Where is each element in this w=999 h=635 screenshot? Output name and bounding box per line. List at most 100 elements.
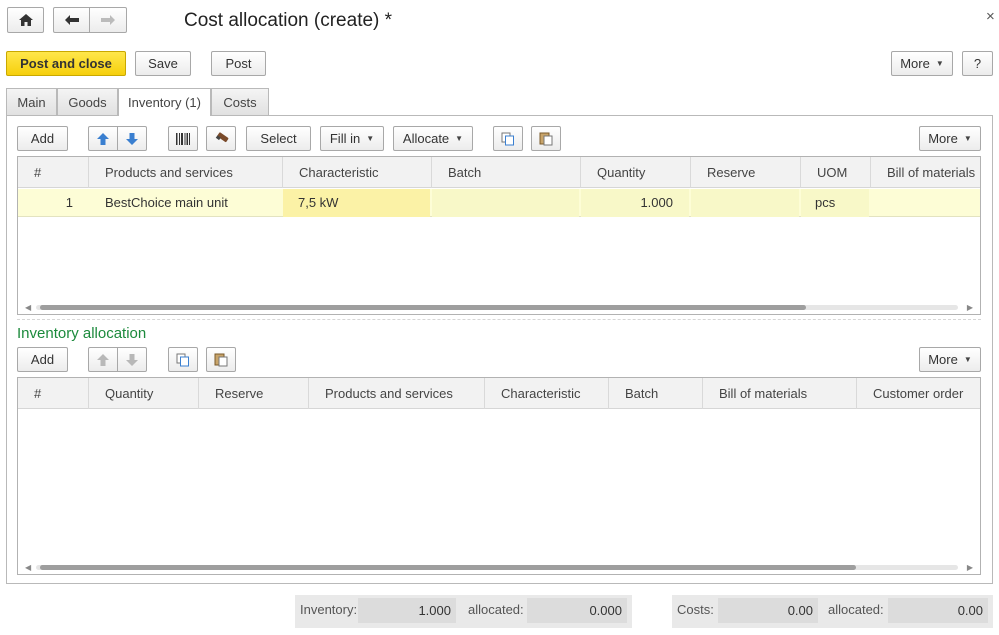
scroll-left-icon[interactable]: ◀	[25, 300, 31, 314]
col-quantity[interactable]: Quantity	[581, 157, 691, 188]
row-batch	[432, 189, 579, 217]
chevron-down-icon: ▼	[366, 134, 375, 143]
allocation-copy-button[interactable]	[168, 347, 198, 372]
allocation-paste-button[interactable]	[206, 347, 236, 372]
col-customer-order[interactable]: Customer order	[857, 378, 980, 409]
col-products[interactable]: Products and services	[309, 378, 485, 409]
col-bill-of-materials[interactable]: Bill of materials	[871, 157, 980, 188]
tab-goods[interactable]: Goods	[57, 88, 118, 115]
inventory-total-value: 1.000	[358, 598, 456, 623]
chevron-down-icon: ▼	[935, 59, 944, 68]
inventory-allocated-value: 0.000	[527, 598, 627, 623]
scrollbar-thumb[interactable]	[40, 305, 806, 310]
row-bom	[871, 189, 980, 217]
table-row[interactable]: 1 BestChoice main unit 7,5 kW 1.000 pcs	[18, 189, 980, 217]
allocation-horizontal-scrollbar[interactable]: ◀ ▶	[18, 560, 980, 574]
arrow-right-icon	[101, 15, 115, 25]
allocation-add-button[interactable]: Add	[17, 347, 68, 372]
forward-button[interactable]	[89, 7, 127, 33]
close-icon[interactable]: ×	[986, 8, 995, 25]
barcode-button[interactable]	[168, 126, 198, 151]
tab-main[interactable]: Main	[6, 88, 57, 115]
scroll-right-icon[interactable]: ▶	[967, 300, 973, 314]
paste-icon	[214, 353, 228, 367]
chevron-down-icon: ▼	[963, 134, 972, 143]
paste-button[interactable]	[531, 126, 561, 151]
row-quantity: 1.000	[581, 189, 689, 217]
scanner-icon	[215, 131, 229, 142]
arrow-down-icon	[126, 132, 138, 145]
fill-in-button[interactable]: Fill in ▼	[320, 126, 384, 151]
allocation-section-title: Inventory allocation	[17, 325, 147, 342]
paste-icon	[539, 132, 553, 146]
arrow-up-icon	[97, 132, 109, 145]
col-number[interactable]: #	[18, 157, 89, 188]
window-title: Cost allocation (create) *	[184, 10, 393, 31]
copy-button[interactable]	[493, 126, 523, 151]
inventory-add-button[interactable]: Add	[17, 126, 68, 151]
inventory-more-label: More	[928, 131, 958, 146]
allocation-more-button[interactable]: More ▼	[919, 347, 981, 372]
allocate-button[interactable]: Allocate ▼	[393, 126, 473, 151]
post-button[interactable]: Post	[211, 51, 266, 76]
costs-allocated-label: allocated:	[828, 602, 884, 617]
scroll-left-icon[interactable]: ◀	[25, 560, 31, 574]
col-reserve[interactable]: Reserve	[691, 157, 801, 188]
allocation-more-label: More	[928, 352, 958, 367]
row-characteristic[interactable]: 7,5 kW	[283, 189, 430, 217]
col-characteristic[interactable]: Characteristic	[283, 157, 432, 188]
copy-icon	[176, 353, 189, 366]
inventory-table[interactable]: # Products and services Characteristic B…	[17, 156, 981, 315]
inventory-totals: Inventory: 1.000 allocated: 0.000	[295, 595, 632, 628]
row-product: BestChoice main unit	[105, 195, 228, 210]
back-button[interactable]	[53, 7, 90, 33]
tab-costs[interactable]: Costs	[211, 88, 269, 115]
allocation-table-header: # Quantity Reserve Products and services…	[18, 378, 980, 409]
inventory-horizontal-scrollbar[interactable]: ◀ ▶	[18, 300, 980, 314]
chevron-down-icon: ▼	[455, 134, 464, 143]
col-quantity[interactable]: Quantity	[89, 378, 199, 409]
scroll-right-icon[interactable]: ▶	[967, 560, 973, 574]
inventory-more-button[interactable]: More ▼	[919, 126, 981, 151]
chevron-down-icon: ▼	[963, 355, 972, 364]
col-uom[interactable]: UOM	[801, 157, 871, 188]
allocate-label: Allocate	[402, 131, 450, 146]
col-number[interactable]: #	[18, 378, 89, 409]
col-products[interactable]: Products and services	[89, 157, 283, 188]
col-bill-of-materials[interactable]: Bill of materials	[703, 378, 857, 409]
tab-inventory[interactable]: Inventory (1)	[118, 88, 211, 116]
section-divider	[17, 319, 981, 320]
allocation-table[interactable]: # Quantity Reserve Products and services…	[17, 377, 981, 575]
home-icon	[18, 14, 33, 26]
inventory-table-header: # Products and services Characteristic B…	[18, 157, 980, 188]
fill-in-label: Fill in	[329, 131, 361, 146]
move-down-button[interactable]	[117, 126, 147, 151]
more-button[interactable]: More ▼	[891, 51, 953, 76]
home-button[interactable]	[7, 7, 44, 33]
allocation-move-down-button[interactable]	[117, 347, 147, 372]
post-and-close-button[interactable]: Post and close	[6, 51, 126, 76]
costs-total-label: Costs:	[677, 602, 714, 617]
row-number: 1	[65, 195, 73, 210]
select-button[interactable]: Select	[246, 126, 311, 151]
costs-total-value: 0.00	[718, 598, 818, 623]
col-reserve[interactable]: Reserve	[199, 378, 309, 409]
inventory-total-label: Inventory:	[300, 602, 358, 617]
barcode-icon	[176, 132, 190, 145]
col-batch[interactable]: Batch	[432, 157, 581, 188]
scrollbar-thumb[interactable]	[40, 565, 856, 570]
row-reserve	[691, 189, 799, 217]
scanner-button[interactable]	[206, 126, 236, 151]
row-uom: pcs	[801, 189, 869, 217]
arrow-left-icon	[64, 15, 79, 25]
help-button[interactable]: ?	[962, 51, 993, 76]
col-characteristic[interactable]: Characteristic	[485, 378, 609, 409]
save-button[interactable]: Save	[135, 51, 191, 76]
costs-totals: Costs: 0.00 allocated: 0.00	[672, 595, 993, 628]
more-label: More	[900, 56, 930, 71]
col-batch[interactable]: Batch	[609, 378, 703, 409]
arrow-down-icon	[126, 353, 138, 366]
move-up-button[interactable]	[88, 126, 118, 151]
copy-icon	[501, 132, 514, 145]
allocation-move-up-button[interactable]	[88, 347, 118, 372]
